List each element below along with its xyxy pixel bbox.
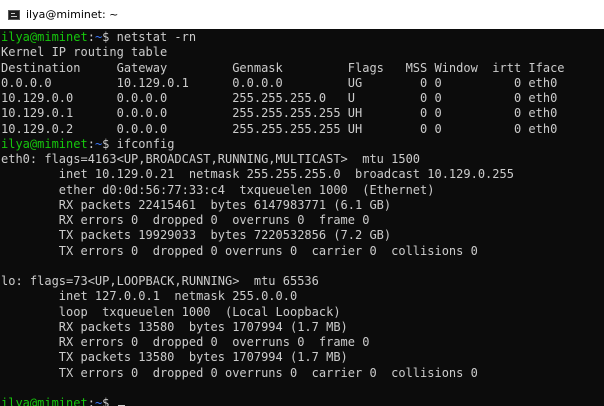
prompt-line-ifconfig: ilya@miminet:~$ ifconfig [1,137,604,152]
command-text: netstat -rn [116,30,197,44]
output-line: RX packets 13580 bytes 1707994 (1.7 MB) [1,319,348,334]
output-line: RX errors 0 dropped 0 overruns 0 frame 0 [1,213,370,227]
prompt-user-host: ilya@miminet [1,396,88,406]
output-line: inet 10.129.0.21 netmask 255.255.255.0 b… [1,167,514,182]
output-line: eth0: flags=4163<UP,BROADCAST,RUNNING,MU… [1,152,421,166]
command-text: ifconfig [116,136,175,151]
prompt-line-current[interactable]: ilya@miminet:~$ [1,396,604,406]
routing-table-header: Destination Gateway Genmask Flags MSS Wi… [1,60,565,75]
output-line: TX errors 0 dropped 0 overruns 0 carrier… [1,365,478,380]
terminal-output[interactable]: ilya@miminet:~$ netstat -rn Kernel IP ro… [0,29,604,406]
prompt-symbol: $ [102,30,117,44]
routing-table-row: 10.129.0.1 0.0.0.0 255.255.255.255 UH 0 … [1,106,558,121]
output-line: lo: flags=73<UP,LOOPBACK,RUNNING> mtu 65… [1,274,319,288]
prompt-colon: : [87,396,95,406]
prompt-user-host: ilya@miminet [1,136,88,151]
output-line: inet 127.0.0.1 netmask 255.0.0.0 [1,289,298,304]
prompt-symbol: $ [102,396,117,406]
output-line: Kernel IP routing table [1,45,168,60]
prompt-line-netstat: ilya@miminet:~$ netstat -rn [1,30,604,45]
output-line: TX packets 19929033 bytes 7220532856 (7.… [1,228,392,243]
output-line: TX errors 0 dropped 0 overruns 0 carrier… [1,243,478,258]
output-line: RX packets 22415461 bytes 6147983771 (6.… [1,197,392,212]
prompt-user-host: ilya@miminet [1,30,88,44]
terminal-window: ilya@miminet: ~ ilya@miminet:~$ netstat … [0,0,604,406]
routing-table-row: 10.129.0.0 0.0.0.0 255.255.255.0 U 0 0 0… [1,91,558,105]
prompt-colon: : [87,30,95,44]
output-line: ether d0:0d:56:77:33:c4 txqueuelen 1000 … [1,182,435,197]
routing-table-row: 10.129.0.2 0.0.0.0 255.255.255.255 UH 0 … [1,121,558,136]
prompt-colon: : [87,136,95,151]
output-line: loop txqueuelen 1000 (Local Loopback) [1,304,341,319]
output-line: TX packets 13580 bytes 1707994 (1.7 MB) [1,350,348,365]
output-line: RX errors 0 dropped 0 overruns 0 frame 0 [1,335,370,349]
title-bar[interactable]: ilya@miminet: ~ [0,0,604,29]
routing-table-row: 0.0.0.0 10.129.0.1 0.0.0.0 UG 0 0 0 eth0 [1,75,558,90]
prompt-symbol: $ [102,136,117,151]
window-title: ilya@miminet: ~ [26,8,119,21]
terminal-icon [8,9,20,20]
